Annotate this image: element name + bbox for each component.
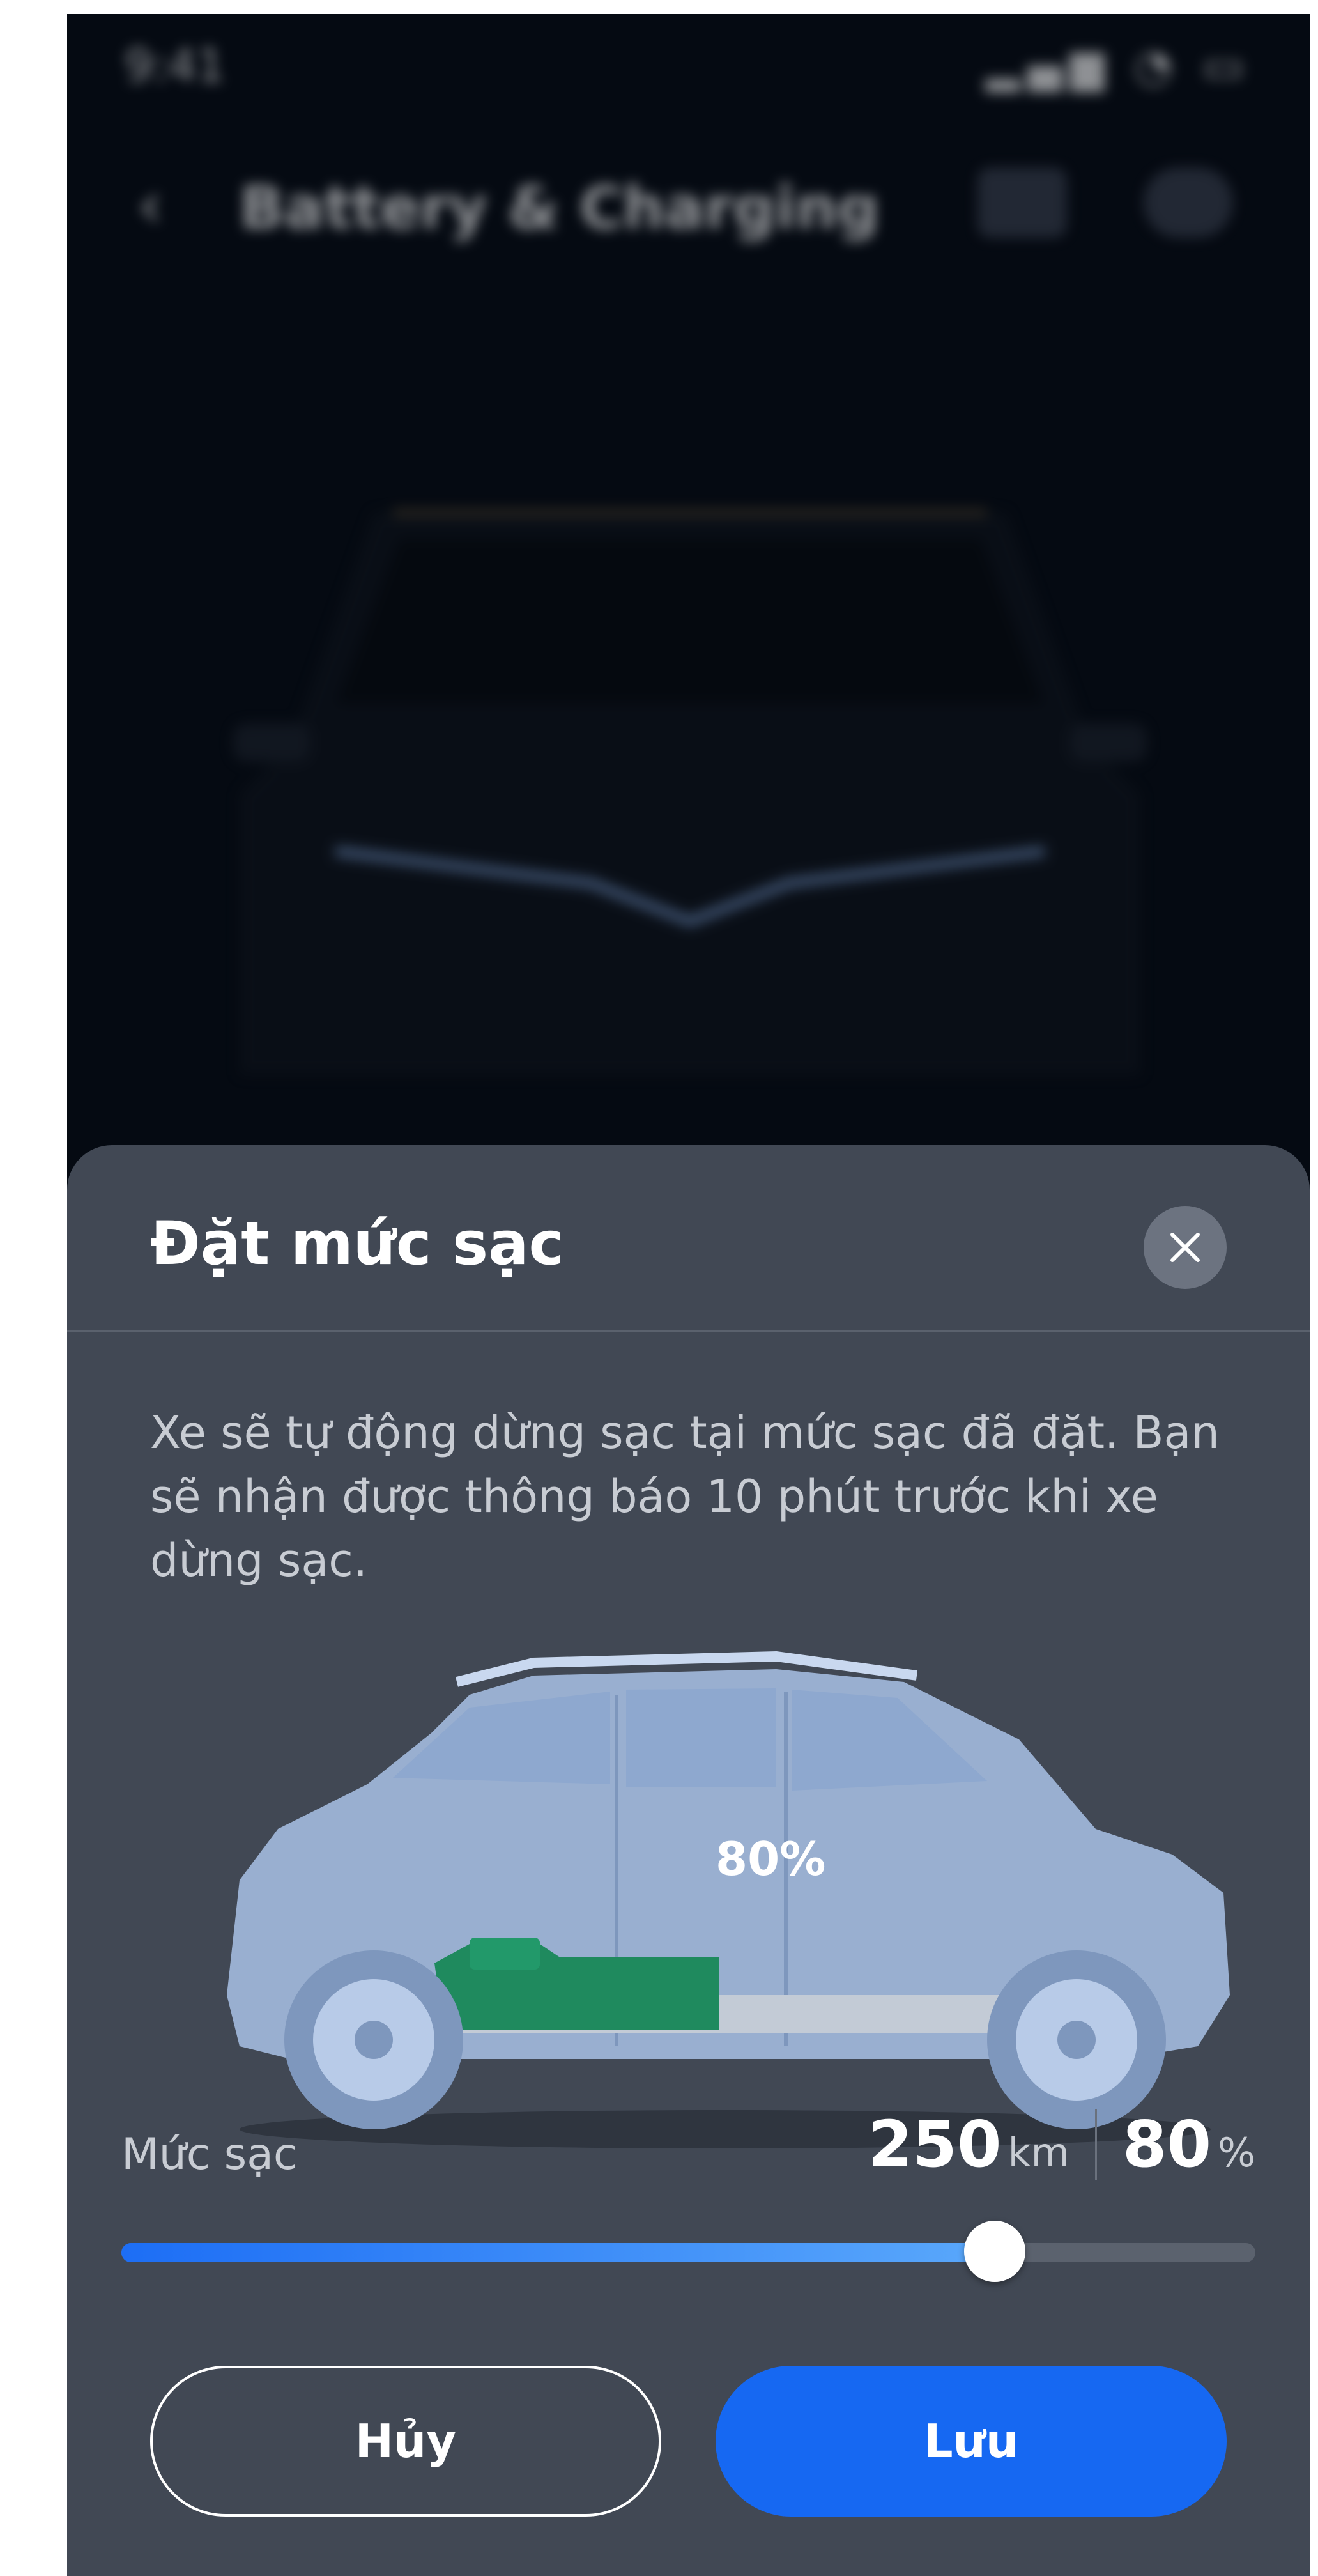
- readout-separator: [1094, 2109, 1097, 2180]
- cancel-button[interactable]: Hủy: [150, 2366, 661, 2517]
- background-app: 9:41 ▂▄▆ ◔ ▭ ‹ Battery & Charging: [67, 14, 1310, 1177]
- slider-fill: [121, 2243, 995, 2262]
- charge-readout: 250 km 80 %: [868, 2107, 1255, 2182]
- background-car-image: [233, 436, 1147, 1107]
- background-title: Battery & Charging: [240, 174, 880, 242]
- close-button[interactable]: [1144, 1206, 1227, 1289]
- save-button[interactable]: Lưu: [716, 2366, 1227, 2517]
- settings-icon: [977, 167, 1067, 238]
- sheet-title: Đặt mức sạc: [150, 1209, 565, 1279]
- status-bar: 9:41 ▂▄▆ ◔ ▭: [67, 14, 1310, 116]
- range-value: 250: [868, 2107, 1002, 2182]
- phone-screen: 9:41 ▂▄▆ ◔ ▭ ‹ Battery & Charging Đặt mứ…: [67, 14, 1310, 2576]
- description-text: Xe sẽ tự động dừng sạc tại mức sạc đã đặ…: [150, 1407, 1220, 1587]
- slider-thumb[interactable]: [964, 2221, 1025, 2282]
- chevron-left-icon: ‹: [137, 167, 163, 242]
- status-icons: ▂▄▆ ◔ ▭: [985, 40, 1252, 92]
- charge-level-sheet: Đặt mức sạc Xe sẽ tự động dừng sạc tại m…: [67, 1145, 1310, 2576]
- close-icon: [1170, 1233, 1200, 1262]
- charge-level-slider[interactable]: [121, 2221, 1255, 2282]
- car-battery-illustration: [201, 1637, 1249, 2161]
- car-profile-icon: [1144, 167, 1233, 238]
- status-time: 9:41: [125, 40, 226, 92]
- percent-unit: %: [1218, 2129, 1255, 2176]
- header-divider: [67, 1330, 1310, 1332]
- charge-level-label: Mức sạc: [121, 2129, 298, 2180]
- percent-value: 80: [1122, 2107, 1212, 2182]
- range-unit: km: [1008, 2129, 1069, 2176]
- battery-percent-label: 80%: [716, 1832, 826, 1886]
- background-header: ‹ Battery & Charging: [67, 155, 1310, 251]
